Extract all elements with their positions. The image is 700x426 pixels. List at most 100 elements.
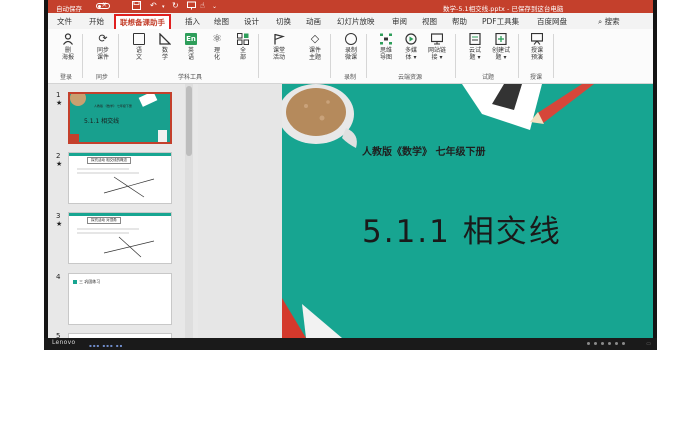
search-box[interactable]: ⌕ 搜索 [598,16,620,27]
tab-slideshow[interactable]: 幻灯片放映 [337,16,375,27]
science-button[interactable]: ⚛ 理 化 [206,32,228,62]
bezel-button[interactable] [587,342,590,345]
thumb-3-diagram [77,228,155,258]
group-sync: 同步 [96,74,109,81]
touch-icon[interactable]: ☝ [200,1,205,10]
slide-subtitle[interactable]: 人教版《数学》 七年级下册 [362,143,485,158]
record-icon [345,33,357,45]
save-icon[interactable] [132,1,141,12]
bezel-button[interactable] [594,342,597,345]
menu-bar: 文件 开始 联想备课助手 插入 绘图 设计 切换 动画 幻灯片放映 审阅 视图 … [48,13,653,31]
group-subject-tools: 学科工具 [178,74,203,81]
undo-dropdown-icon[interactable]: ▾ [162,4,165,10]
bezel-button[interactable] [601,342,604,345]
thumb-1-header: 人教版 《数学》 七年级下册 [94,104,132,108]
tab-design[interactable]: 设计 [244,16,259,27]
slide-thumbnail-3[interactable]: 探究活动 对顶角 [68,212,172,264]
courseware-theme-button[interactable]: ◇ 课件 主题 [304,33,326,62]
sync-courseware-button[interactable]: ⟳ 同步 课件 [92,32,114,62]
multimedia-label: 多媒 体 ▾ [404,47,417,61]
tab-transitions[interactable]: 切换 [276,16,291,27]
ribbon-separator [330,34,331,78]
tab-view[interactable]: 视图 [422,16,437,27]
courseware-theme-label: 课件 主题 [308,47,321,61]
create-quiz-icon [495,32,507,46]
poster-label: 删 海报 [61,47,74,61]
autosave-label: 自动保存 [56,5,82,13]
group-quiz: 试题 [482,74,495,81]
ribbon-separator [82,34,83,78]
slide-canvas[interactable]: 人教版《数学》 七年级下册 5.1.1 相交线 [282,84,653,338]
red-corner [282,298,306,338]
cloud-quiz-label: 云试 题 ▾ [468,47,481,61]
autosave-toggle[interactable]: 关 [96,3,110,9]
record-label: 录制 微课 [344,47,357,61]
tab-review[interactable]: 审阅 [392,16,407,27]
tab-insert[interactable]: 插入 [185,16,200,27]
science-label: 理 化 [213,47,220,61]
ribbon: 删 海报 ⟳ 同步 课件 语 文 数 学 En 英 语 ⚛ 理 化 全 部 课堂… [48,29,653,84]
mindmap-icon [380,33,392,45]
grid-icon [237,33,249,45]
editor-gutter [198,84,282,338]
thumb-2-diagram [77,168,155,198]
ribbon-separator [518,34,519,78]
tab-help[interactable]: 帮助 [452,16,467,27]
rehearse-button[interactable]: 授课 预演 [526,32,548,61]
tab-file[interactable]: 文件 [57,16,72,27]
tab-pdf-tools[interactable]: PDF工具集 [482,16,519,27]
bezel-button[interactable] [615,342,618,345]
bezel-sensor-icons: ▪▪▪ ▪▪▪ ▪▪ [89,343,124,348]
tab-animations[interactable]: 动画 [306,16,321,27]
redo-icon[interactable]: ↻ [172,1,179,10]
scrollbar-thumb[interactable] [186,86,192,156]
class-activity-button[interactable]: 课堂 活动 [268,33,290,61]
power-indicator-icon: ▭ [646,341,651,347]
tab-draw[interactable]: 绘图 [214,16,229,27]
math-label: 数 学 [161,47,168,61]
bezel-buttons [587,342,625,345]
math-button[interactable]: 数 学 [154,32,176,61]
ribbon-separator [553,34,554,78]
slide-thumbnail-1[interactable]: 人教版 《数学》 七年级下册 5.1.1 相交线 [68,92,172,144]
toggle-state: 关 [102,3,107,8]
cloud-quiz-button[interactable]: 云试 题 ▾ [464,32,486,61]
screen: 自动保存 关 ↶ ▾ ↻ ☝ ⌄ 数学-5.1相交线.pptx - 已保存到这台… [48,0,653,338]
sync-icon: ⟳ [98,32,108,45]
person-icon [62,33,74,45]
web-link-button[interactable]: 网站链 接 ▾ [426,33,448,61]
ribbon-separator [455,34,456,78]
thumbnails-scrollbar[interactable] [185,84,193,338]
thumb-3-bar [69,213,171,216]
atom-icon: ⚛ [212,32,222,45]
red-pencil [536,84,594,124]
ribbon-separator [258,34,259,78]
multimedia-button[interactable]: 多媒 体 ▾ [400,33,422,61]
class-activity-label: 课堂 活动 [272,47,285,61]
bezel-button[interactable] [622,342,625,345]
chinese-label: 语 文 [135,47,142,61]
poster-button[interactable]: 删 海报 [57,33,79,61]
white-corner [302,304,342,338]
customize-quick-access-icon[interactable]: ⌄ [212,3,217,10]
ribbon-separator [366,34,367,78]
bezel-button[interactable] [608,342,611,345]
english-button[interactable]: En 英 语 [180,33,202,61]
mindmap-button[interactable]: 思维 导图 [375,33,397,61]
rehearse-icon [530,32,544,45]
slide-title[interactable]: 5.1.1 相交线 [362,206,562,251]
thumb-number-4: 4 [56,273,61,281]
record-microlesson-button[interactable]: 录制 微课 [340,33,362,61]
monitor: 自动保存 关 ↶ ▾ ↻ ☝ ⌄ 数学-5.1相交线.pptx - 已保存到这台… [44,0,657,350]
create-quiz-button[interactable]: 创建试 题 ▾ [490,32,512,61]
undo-icon[interactable]: ↶ [150,1,157,10]
present-icon[interactable] [187,1,196,12]
all-subjects-button[interactable]: 全 部 [232,33,254,61]
tab-baidu-netdisk[interactable]: 百度网盘 [537,16,567,27]
chinese-button[interactable]: 语 文 [128,33,150,61]
tab-home[interactable]: 开始 [89,16,104,27]
title-bar: 自动保存 关 ↶ ▾ ↻ ☝ ⌄ 数学-5.1相交线.pptx - 已保存到这台… [48,0,653,13]
slide-thumbnail-4[interactable]: 三 巩固练习 [68,273,172,325]
group-record: 录制 [344,74,357,81]
slide-thumbnail-2[interactable]: 探究活动 相交线的概念 [68,152,172,204]
